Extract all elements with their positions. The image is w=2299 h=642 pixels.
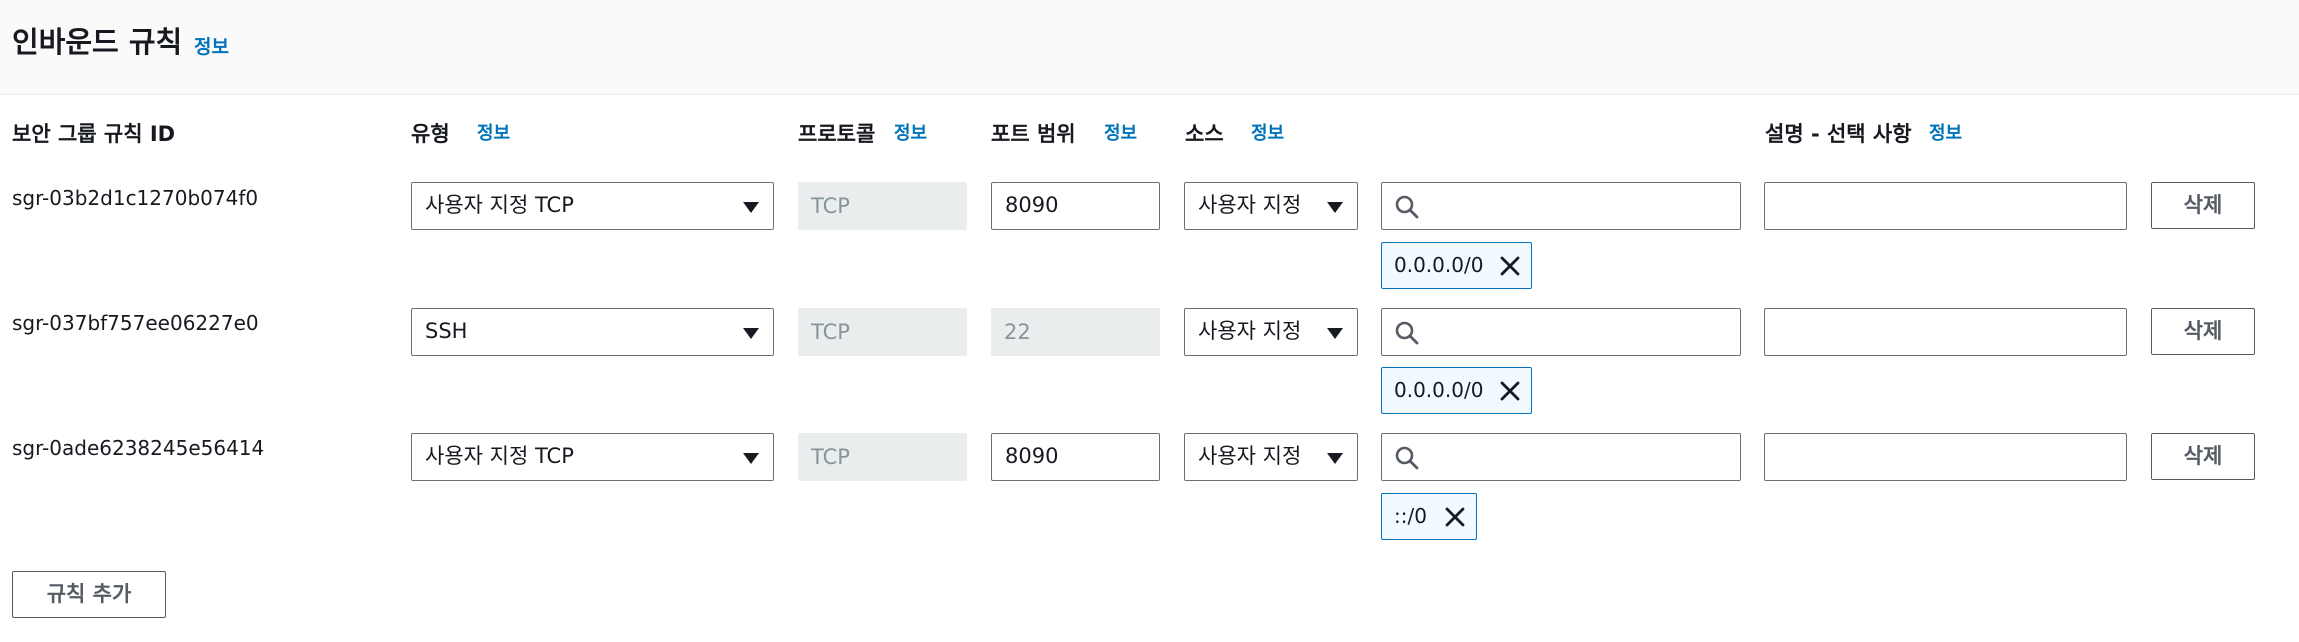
section-info-link[interactable]: 정보 bbox=[194, 32, 229, 59]
type-select[interactable]: 사용자 지정 TCP bbox=[411, 182, 774, 230]
search-icon bbox=[1395, 321, 1419, 345]
source-type-value: 사용자 지정 bbox=[1198, 193, 1302, 217]
caret-down-icon bbox=[743, 202, 759, 213]
delete-button[interactable]: 삭제 bbox=[2151, 308, 2255, 355]
port-range-info-link[interactable]: 정보 bbox=[1104, 122, 1137, 146]
column-description: 설명 - 선택 사항 bbox=[1765, 122, 1912, 146]
cidr-token: 0.0.0.0/0 bbox=[1381, 242, 1532, 289]
type-select[interactable]: SSH bbox=[411, 308, 774, 356]
source-type-value: 사용자 지정 bbox=[1198, 319, 1302, 343]
description-input[interactable] bbox=[1764, 433, 2127, 481]
cidr-token: ::/0 bbox=[1381, 493, 1477, 540]
delete-button[interactable]: 삭제 bbox=[2151, 433, 2255, 480]
description-input[interactable] bbox=[1764, 308, 2127, 356]
section-title: 인바운드 규칙 bbox=[12, 25, 183, 59]
type-info-link[interactable]: 정보 bbox=[477, 122, 510, 146]
protocol-field: TCP bbox=[798, 308, 967, 356]
rule-id: sgr-0ade6238245e56414 bbox=[12, 436, 265, 460]
source-type-value: 사용자 지정 bbox=[1198, 444, 1302, 468]
column-rule-id: 보안 그룹 규칙 ID bbox=[12, 122, 176, 146]
column-type: 유형 bbox=[411, 122, 450, 146]
column-source: 소스 bbox=[1185, 122, 1224, 146]
type-select[interactable]: 사용자 지정 TCP bbox=[411, 433, 774, 481]
port-range-input[interactable]: 8090 bbox=[991, 433, 1160, 481]
cidr-value: ::/0 bbox=[1394, 504, 1427, 528]
protocol-info-link[interactable]: 정보 bbox=[894, 122, 927, 146]
source-info-link[interactable]: 정보 bbox=[1251, 122, 1284, 146]
description-info-link[interactable]: 정보 bbox=[1929, 122, 1962, 146]
protocol-field: TCP bbox=[798, 433, 967, 481]
source-search-input[interactable] bbox=[1381, 308, 1741, 356]
source-type-select[interactable]: 사용자 지정 bbox=[1184, 308, 1358, 356]
cidr-token: 0.0.0.0/0 bbox=[1381, 367, 1532, 414]
source-type-select[interactable]: 사용자 지정 bbox=[1184, 182, 1358, 230]
port-range-field: 22 bbox=[991, 308, 1160, 356]
cidr-value: 0.0.0.0/0 bbox=[1394, 378, 1484, 402]
caret-down-icon bbox=[1327, 453, 1343, 464]
rule-id: sgr-03b2d1c1270b074f0 bbox=[12, 186, 259, 210]
delete-button[interactable]: 삭제 bbox=[2151, 182, 2255, 229]
caret-down-icon bbox=[743, 328, 759, 339]
type-value: 사용자 지정 TCP bbox=[425, 444, 574, 468]
add-rule-button[interactable]: 규칙 추가 bbox=[12, 571, 166, 618]
type-value: SSH bbox=[425, 319, 468, 343]
close-icon[interactable] bbox=[1499, 380, 1521, 402]
search-icon bbox=[1395, 446, 1419, 470]
column-protocol: 프로토콜 bbox=[798, 122, 876, 146]
source-type-select[interactable]: 사용자 지정 bbox=[1184, 433, 1358, 481]
cidr-value: 0.0.0.0/0 bbox=[1394, 253, 1484, 277]
source-search-input[interactable] bbox=[1381, 433, 1741, 481]
caret-down-icon bbox=[1327, 328, 1343, 339]
search-icon bbox=[1395, 195, 1419, 219]
column-port-range: 포트 범위 bbox=[991, 122, 1076, 146]
description-input[interactable] bbox=[1764, 182, 2127, 230]
inbound-rules-header: 인바운드 규칙 정보 bbox=[0, 0, 2299, 95]
port-range-input[interactable]: 8090 bbox=[991, 182, 1160, 230]
protocol-field: TCP bbox=[798, 182, 967, 230]
caret-down-icon bbox=[1327, 202, 1343, 213]
caret-down-icon bbox=[743, 453, 759, 464]
rule-id: sgr-037bf757ee06227e0 bbox=[12, 311, 259, 335]
source-search-input[interactable] bbox=[1381, 182, 1741, 230]
close-icon[interactable] bbox=[1444, 506, 1466, 528]
type-value: 사용자 지정 TCP bbox=[425, 193, 574, 217]
close-icon[interactable] bbox=[1499, 255, 1521, 277]
